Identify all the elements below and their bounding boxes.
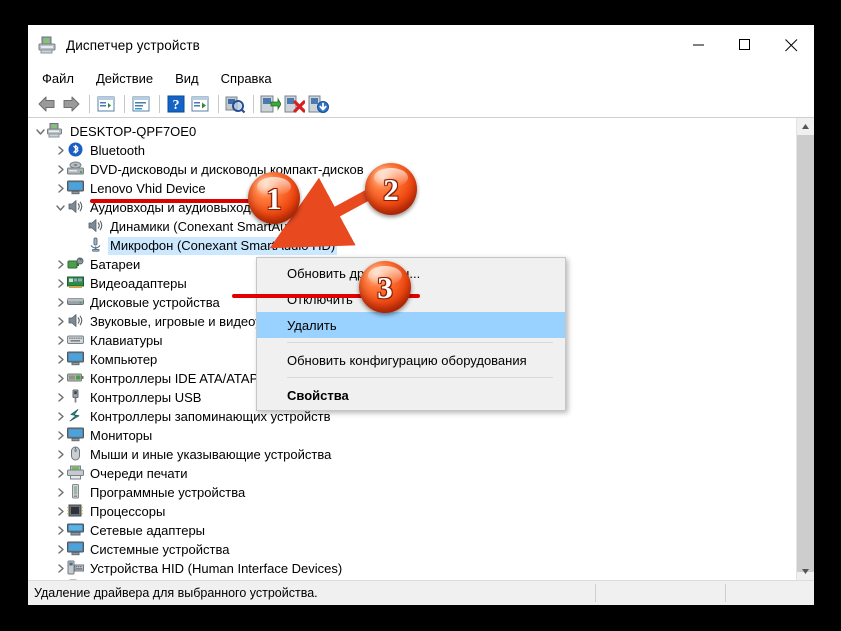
- pointer-arrow-icon: [0, 0, 841, 631]
- step-badge: 3: [359, 261, 411, 313]
- step-badge-number: 1: [266, 183, 282, 214]
- step-badge: 2: [365, 163, 417, 215]
- step-badge-number: 2: [383, 174, 399, 205]
- step-badge: 1: [248, 172, 300, 224]
- step-badge-number: 3: [377, 272, 393, 303]
